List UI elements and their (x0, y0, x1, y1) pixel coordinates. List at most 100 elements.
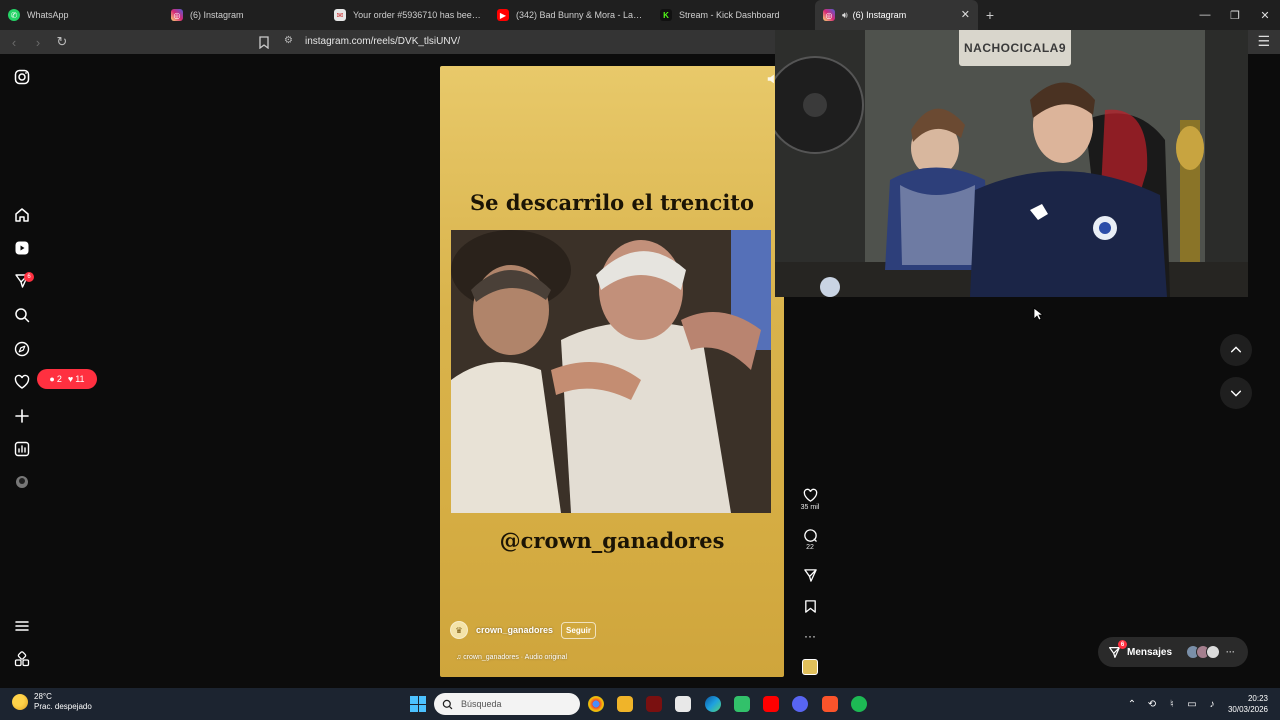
comment-icon: ● (49, 374, 55, 384)
tab-label: WhatsApp (27, 10, 69, 20)
explore-icon[interactable] (12, 339, 32, 359)
audio-label: crown_ganadores · Audio original (463, 654, 568, 661)
reel-handle-text: @crown_ganadores (499, 528, 725, 553)
windows-logo-icon (418, 696, 426, 704)
comment-count: ● 2 (49, 374, 61, 384)
author-name[interactable]: crown_ganadores (476, 625, 553, 635)
share-action[interactable] (796, 568, 824, 583)
reel-title-text: Se descarrilo el trencito (469, 190, 754, 215)
tab-whatsapp[interactable]: ✆ WhatsApp (0, 0, 163, 30)
discord-icon[interactable] (792, 696, 808, 712)
tab-label: (342) Bad Bunny & Mora - Late Nigh (516, 10, 644, 20)
share-icon (803, 569, 817, 582)
search-icon (442, 699, 453, 709)
reel-video[interactable]: Se descarrilo el trencito @crown_ganador… (440, 66, 784, 677)
audio-thumbnail[interactable] (802, 659, 818, 675)
tab-label: (6) Instagram (190, 10, 244, 20)
url-field[interactable]: instagram.com/reels/DVK_tlsiUNV/ (305, 36, 460, 47)
tab-label: Stream - Kick Dashboard (679, 10, 780, 20)
home-icon[interactable] (12, 205, 32, 225)
close-icon[interactable]: ✕ (961, 8, 970, 21)
forward-icon[interactable]: › (28, 32, 48, 52)
like-count-text: 35 mil (800, 504, 820, 511)
sun-icon (12, 694, 28, 710)
tab-order[interactable]: ✉ Your order #5936710 has been forme (326, 0, 489, 30)
tab-label: Your order #5936710 has been forme (353, 10, 481, 20)
messages-button[interactable]: 6 Mensajes ··· (1098, 637, 1248, 667)
profile-icon[interactable] (12, 472, 32, 492)
chrome-icon[interactable] (588, 696, 604, 712)
next-reel-button[interactable] (1220, 377, 1252, 409)
whatsapp-icon: ✆ (8, 9, 20, 21)
windows-logo-icon (410, 696, 418, 704)
brave-icon[interactable] (822, 696, 838, 712)
comment-action[interactable]: 22 (796, 528, 824, 551)
windows-logo-icon (418, 704, 426, 712)
dashboard-icon[interactable] (12, 439, 32, 459)
app-icon[interactable] (646, 696, 662, 712)
back-icon[interactable]: ‹ (4, 32, 24, 52)
instagram-logo-icon[interactable] (12, 67, 32, 87)
search-icon[interactable] (12, 305, 32, 325)
site-info-icon[interactable]: ⚙ (284, 35, 296, 49)
temperature: 28°C (34, 692, 52, 701)
tab-label: (6) Instagram (852, 10, 907, 20)
comment-icon (803, 529, 817, 542)
previous-reel-button[interactable] (1220, 334, 1252, 366)
volume-icon[interactable]: ♪ (1202, 699, 1222, 710)
save-action[interactable] (796, 599, 824, 614)
tab-youtube[interactable]: ▶ (342) Bad Bunny & Mora - Late Nigh (489, 0, 652, 30)
avatar (1206, 645, 1221, 659)
like-action[interactable]: 35 mil (796, 488, 824, 511)
author-avatar[interactable]: ♛ (450, 621, 468, 639)
recent-contacts (1186, 645, 1221, 659)
reload-icon[interactable]: ↻ (52, 32, 72, 52)
create-icon[interactable] (12, 406, 32, 426)
speaker-icon[interactable]: 🔊︎ (842, 10, 848, 21)
like-count-value: 11 (75, 374, 85, 384)
follow-button[interactable]: Seguir (561, 621, 596, 639)
also-from-meta-icon[interactable] (12, 649, 32, 669)
bookmark-icon (804, 600, 816, 613)
browser-menu-icon[interactable]: ☰ (1257, 33, 1270, 50)
more-icon[interactable] (12, 616, 32, 636)
more-icon: ··· (1226, 647, 1236, 657)
browser-tab-strip: ✆ WhatsApp ◎ (6) Instagram ✉ Your order … (0, 0, 1280, 30)
tab-kick[interactable]: K Stream - Kick Dashboard (652, 0, 815, 30)
more-options-icon[interactable]: ··· (796, 629, 824, 643)
edge-icon[interactable] (705, 696, 721, 712)
restore-icon[interactable]: ❐ (1220, 0, 1250, 30)
window-controls: — ❐ ✕ (1190, 0, 1280, 30)
file-explorer-icon[interactable] (617, 696, 633, 712)
bookmark-icon[interactable] (256, 33, 272, 51)
minimize-icon[interactable]: — (1190, 0, 1220, 30)
notifications-pill[interactable]: ● 2 ♥ 11 (37, 369, 97, 389)
mail-icon[interactable] (675, 696, 691, 712)
chevron-up-icon (1230, 346, 1242, 353)
windows-logo-icon (410, 704, 418, 712)
messages-badge: 6 (24, 272, 34, 282)
microphone-icon[interactable]: ♮ (1162, 699, 1182, 710)
tab-instagram-active[interactable]: ◎ 🔊︎ (6) Instagram ✕ (815, 0, 978, 30)
heart-icon: ♥ (67, 374, 74, 384)
display-icon[interactable]: ▭ (1182, 699, 1202, 710)
new-tab-button[interactable]: + (978, 7, 1002, 23)
sync-icon[interactable]: ⟲ (1142, 699, 1162, 710)
close-window-icon[interactable]: ✕ (1250, 0, 1280, 30)
notifications-icon[interactable] (12, 372, 32, 392)
heart-outline-icon (803, 488, 817, 502)
time: 20:23 (1247, 694, 1268, 703)
youtube-icon[interactable] (763, 696, 779, 712)
weather-widget[interactable]: 28°C Prac. despejado (12, 692, 92, 712)
store-icon[interactable] (734, 696, 750, 712)
reels-icon[interactable] (12, 238, 32, 258)
reel-author: ♛ crown_ganadores Seguir (450, 621, 596, 639)
spotify-icon[interactable] (851, 696, 867, 712)
start-button[interactable] (410, 696, 426, 712)
taskbar-search[interactable]: Búsqueda (434, 693, 580, 715)
reel-audio[interactable]: ♫ crown_ganadores · Audio original (456, 654, 567, 661)
tab-instagram[interactable]: ◎ (6) Instagram (163, 0, 326, 30)
clock[interactable]: 20:23 30/03/2026 (1228, 693, 1268, 715)
reel-photo (451, 230, 771, 513)
chevron-up-icon[interactable]: ⌃ (1122, 699, 1142, 710)
